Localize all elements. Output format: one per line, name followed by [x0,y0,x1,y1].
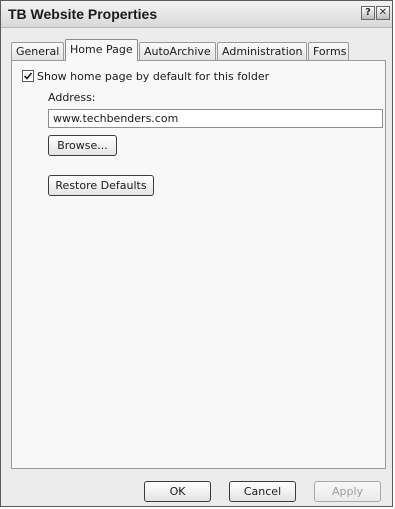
tab-home-page[interactable]: Home Page [65,39,138,61]
close-icon: ✕ [378,7,388,18]
restore-defaults-button[interactable]: Restore Defaults [48,175,154,196]
ok-button[interactable]: OK [144,481,211,502]
show-home-page-label: Show home page by default for this folde… [37,70,270,83]
check-icon [23,72,33,80]
tab-strip: General Home Page AutoArchive Administra… [11,39,387,61]
tab-forms[interactable]: Forms [308,42,349,60]
properties-dialog: TB Website Properties ? ✕ General Home P… [0,0,393,507]
help-icon: ? [365,7,371,18]
show-home-page-checkbox[interactable] [22,70,34,82]
close-button[interactable]: ✕ [376,6,390,20]
title-bar[interactable]: TB Website Properties ? ✕ [1,1,392,28]
help-button[interactable]: ? [361,6,375,20]
browse-button[interactable]: Browse... [48,135,117,156]
dialog-title: TB Website Properties [8,6,158,22]
cancel-button[interactable]: Cancel [229,481,296,502]
tab-autoarchive[interactable]: AutoArchive [139,42,216,60]
tab-administration[interactable]: Administration [217,42,307,60]
apply-button[interactable]: Apply [314,481,381,502]
address-input[interactable] [48,109,383,128]
address-label: Address: [48,91,96,104]
tab-general[interactable]: General [11,42,64,60]
